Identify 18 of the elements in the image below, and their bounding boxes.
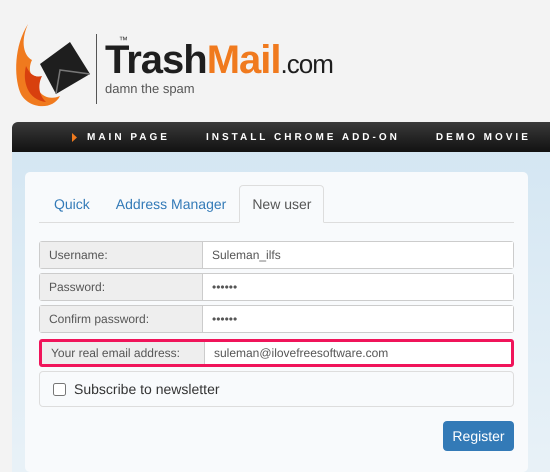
- newsletter-label: Subscribe to newsletter: [74, 380, 220, 398]
- tab[interactable]: Address Manager: [102, 185, 240, 223]
- field-label: Password:: [40, 274, 203, 300]
- logo-tagline: damn the spam: [105, 82, 196, 95]
- nav-link[interactable]: DEMO MOVIE: [436, 130, 531, 145]
- field-label: Confirm password:: [40, 306, 203, 332]
- input-field[interactable]: ••••••: [203, 306, 513, 332]
- input-field[interactable]: ••••••: [203, 274, 513, 300]
- tab[interactable]: Quick: [41, 185, 103, 223]
- nav-link[interactable]: INSTALL CHROME ADD-ON: [206, 130, 400, 145]
- newsletter-checkbox[interactable]: [53, 382, 66, 396]
- tab[interactable]: New user: [239, 185, 324, 223]
- nav-link[interactable]: MAIN PAGE: [72, 130, 170, 145]
- input-field[interactable]: suleman@ilovefreesoftware.com: [205, 342, 511, 364]
- field-label: Username:: [40, 242, 203, 268]
- register-button[interactable]: Register: [443, 421, 514, 451]
- field-label: Your real email address:: [42, 342, 205, 364]
- input-field[interactable]: Suleman_ilfs: [203, 242, 513, 268]
